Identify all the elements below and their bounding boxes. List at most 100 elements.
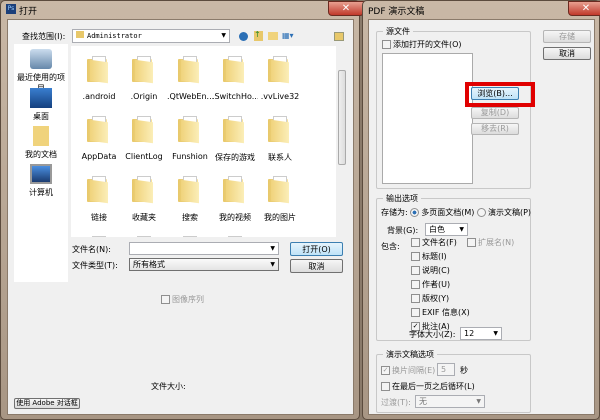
pdf-dialog-body: 源文件 添加打开的文件(O) 浏览(B)... 复制(D) 移去(R) 存储 取… [368,19,595,415]
folder-icon [178,176,202,204]
file-item[interactable]: .android [76,56,122,112]
source-files-group: 源文件 添加打开的文件(O) 浏览(B)... 复制(D) 移去(R) [376,26,535,189]
file-list-scrollbar[interactable] [336,46,348,237]
include-checkbox[interactable]: 版权(Y) [411,293,449,304]
file-item[interactable]: .Origin [121,56,167,112]
folder-icon [268,116,292,144]
presentation-options-group: 演示文稿选项 ✓ 换片间隔(E) 5 秒 在最后一页之后循环(L) 过渡(T): … [376,349,531,413]
photoshop-icon: Ps [6,4,16,14]
file-item[interactable] [121,236,167,237]
cancel-button[interactable]: 取消 [290,259,343,273]
file-size-label: 文件大小: [151,382,186,391]
open-dialog: Ps 打开 ✕ 查找范围(I): Administrator ▼ ↑ ▦▾ 最近使… [0,0,364,420]
presentation-radio[interactable]: 演示文稿(P) [476,208,531,217]
view-menu-icon[interactable]: ▦▾ [282,31,296,41]
open-button[interactable]: 打开(O) [290,242,343,256]
look-in-label: 查找范围(I): [22,32,66,41]
file-item[interactable]: 收藏夹 [121,176,167,232]
pdf-presentation-dialog: PDF 演示文稿 ✕ 源文件 添加打开的文件(O) 浏览(B)... 复制(D)… [362,0,600,420]
include-checkbox[interactable]: EXIF 信息(X) [411,307,470,318]
file-item[interactable]: 我的图片 [257,176,303,232]
source-file-list[interactable] [382,53,473,184]
folder-icon [223,116,247,144]
window-title: 打开 [19,7,38,17]
folder-icon [87,176,111,204]
folder-icon [87,56,111,84]
folder-icon [268,176,292,204]
include-checkbox[interactable]: 扩展名(N) [467,237,514,248]
folder-icon [178,236,202,237]
filename-input[interactable]: ▼ [129,242,279,255]
file-item[interactable]: Funshion [167,116,213,172]
save-as-row: 存储为: 多页面文档(M) 演示文稿(P) [381,208,532,217]
filename-label: 文件名(N): [72,245,111,254]
file-item[interactable]: 联系人 [257,116,303,172]
file-item[interactable]: ClientLog [121,116,167,172]
output-options-group: 输出选项 存储为: 多页面文档(M) 演示文稿(P) 背景(G): 白色 ▼ 包含… [376,193,532,341]
filetype-select[interactable]: 所有格式 ▼ [129,258,279,271]
folder-icon [178,56,202,84]
folder-icon [132,56,156,84]
place-documents[interactable]: 我的文档 [14,126,68,160]
file-item[interactable]: 我的视频 [212,176,258,232]
documents-icon [33,126,49,146]
file-item[interactable] [212,236,258,237]
desktop-icon [30,88,52,108]
file-item[interactable] [76,236,122,237]
include-checkbox[interactable]: 作者(U) [411,279,450,290]
place-computer[interactable]: 计算机 [14,164,68,198]
duplicate-button[interactable]: 复制(D) [471,107,519,119]
file-item[interactable]: .vvLive32 [257,56,303,112]
add-open-files-checkbox[interactable]: 添加打开的文件(O) [382,39,462,50]
transition-label: 过渡(T): [381,398,411,407]
font-size-select[interactable]: 12 ▼ [460,327,502,340]
folder-icon [132,116,156,144]
folder-icon [268,56,292,84]
include-checkbox[interactable]: 标题(I) [411,251,447,262]
up-folder-icon[interactable]: ↑ [254,31,263,41]
folder-icon [76,31,84,38]
file-item[interactable]: 保存的游戏 [212,116,258,172]
include-checkbox[interactable]: 说明(C) [411,265,450,276]
folder-icon [223,236,247,237]
recent-icon [30,49,52,69]
window-title: PDF 演示文稿 [368,7,425,17]
seconds-label: 秒 [460,366,468,375]
image-sequence-checkbox[interactable]: 图像序列 [161,294,204,305]
cancel-button[interactable]: 取消 [543,47,591,60]
multi-page-radio[interactable]: 多页面文档(M) [410,208,474,217]
place-desktop[interactable]: 桌面 [14,88,68,122]
background-select[interactable]: 白色 ▼ [425,223,468,236]
file-item[interactable]: AppData [76,116,122,172]
open-dialog-body: 查找范围(I): Administrator▼ ↑ ▦▾ 最近使用的项目 桌面 … [7,19,354,415]
folder-icon [87,236,111,237]
file-item[interactable]: .QtWebEn... [167,56,213,112]
file-list[interactable]: .android .Origin .QtWebEn... .SwitchHo... .v… [71,46,336,237]
close-button[interactable]: ✕ [568,1,600,16]
new-folder-icon[interactable] [268,32,278,40]
advance-seconds-input[interactable]: 5 [437,363,455,376]
include-checkbox[interactable]: 文件名(F) [411,237,457,248]
folder-icon [223,176,247,204]
save-button[interactable]: 存储 [543,30,591,43]
look-in-select[interactable]: Administrator ▼ [72,29,230,43]
advance-checkbox[interactable]: ✓ 换片间隔(E) [381,365,435,376]
folder-icon [178,116,202,144]
remove-button[interactable]: 移去(R) [471,123,519,135]
filetype-label: 文件类型(T): [72,261,118,270]
file-item[interactable] [167,236,213,237]
use-adobe-dialog-button[interactable]: 使用 Adobe 对话框 [14,398,80,409]
back-icon[interactable] [239,32,248,41]
loop-checkbox[interactable]: 在最后一页之后循环(L) [381,381,475,392]
file-item[interactable]: .SwitchHo... [212,56,258,112]
close-button[interactable]: ✕ [328,1,364,16]
browse-button[interactable]: 浏览(B)... [471,87,519,100]
places-bar: 最近使用的项目 桌面 我的文档 计算机 [14,44,68,282]
computer-icon [30,164,52,184]
include-label: 包含: [381,242,400,251]
desktop-folder-icon[interactable] [334,32,344,41]
transition-select[interactable]: 无 ▼ [415,395,485,408]
file-item[interactable]: 链接 [76,176,122,232]
folder-icon [87,116,111,144]
file-item[interactable]: 搜索 [167,176,213,232]
